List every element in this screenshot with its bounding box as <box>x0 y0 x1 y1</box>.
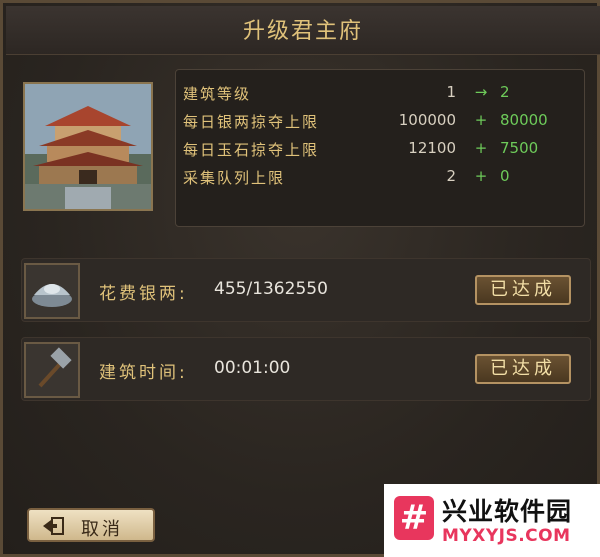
palace-portrait <box>23 82 153 211</box>
stat-row-gather-queue: 采集队列上限 2 + 0 <box>176 165 586 189</box>
cancel-label: 取消 <box>81 519 123 540</box>
dialog-title: 升级君主府 <box>242 19 363 44</box>
stat-next: 7500 <box>500 139 539 157</box>
silver-ingot-icon <box>24 263 80 319</box>
stat-label: 每日玉石掠夺上限 <box>183 141 320 159</box>
stat-row-building-level: 建筑等级 1 → 2 <box>176 81 586 105</box>
requirement-label: 花费银两: <box>99 284 188 304</box>
requirement-label: 建筑时间: <box>99 363 188 383</box>
plus-icon: + <box>474 111 488 129</box>
watermark-url: MYXYJS.COM <box>442 526 571 546</box>
requirement-value: 00:01:00 <box>214 358 291 378</box>
stat-current: 12100 <box>408 139 456 157</box>
stat-row-silver-limit: 每日银两掠夺上限 100000 + 80000 <box>176 109 586 133</box>
upgrade-stats-panel: 建筑等级 1 → 2 每日银两掠夺上限 100000 + 80000 每日玉石掠… <box>175 69 585 227</box>
stat-next: 2 <box>500 83 510 101</box>
stat-next: 0 <box>500 167 510 185</box>
plus-icon: + <box>474 167 488 185</box>
requirement-met-button[interactable]: 已达成 <box>475 275 571 305</box>
requirement-silver-cost: 花费银两: 455/1362550 已达成 <box>21 258 591 322</box>
exit-arrow-icon <box>43 517 64 535</box>
site-watermark: # 兴业软件园 MYXYJS.COM <box>384 484 600 557</box>
hammer-icon <box>24 342 80 398</box>
requirement-value: 455/1362550 <box>214 279 328 299</box>
stat-current: 1 <box>446 83 456 101</box>
watermark-title: 兴业软件园 <box>442 497 573 526</box>
stat-row-jade-limit: 每日玉石掠夺上限 12100 + 7500 <box>176 137 586 161</box>
stat-current: 100000 <box>398 111 456 129</box>
stat-next: 80000 <box>500 111 548 129</box>
cancel-button[interactable]: 取消 <box>27 508 155 542</box>
stat-label: 采集队列上限 <box>183 169 286 187</box>
stat-label: 建筑等级 <box>183 85 252 103</box>
palace-image-icon <box>25 84 151 209</box>
stat-label: 每日银两掠夺上限 <box>183 113 320 131</box>
watermark-logo: # <box>394 496 434 540</box>
plus-icon: + <box>474 139 488 157</box>
arrow-right-icon: → <box>474 83 488 101</box>
requirement-met-button[interactable]: 已达成 <box>475 354 571 384</box>
stat-current: 2 <box>446 167 456 185</box>
upgrade-dialog: 升级君主府 建筑等级 1 → 2 每日银两掠夺上限 100000 + 80000… <box>0 0 600 557</box>
requirement-build-time: 建筑时间: 00:01:00 已达成 <box>21 337 591 401</box>
